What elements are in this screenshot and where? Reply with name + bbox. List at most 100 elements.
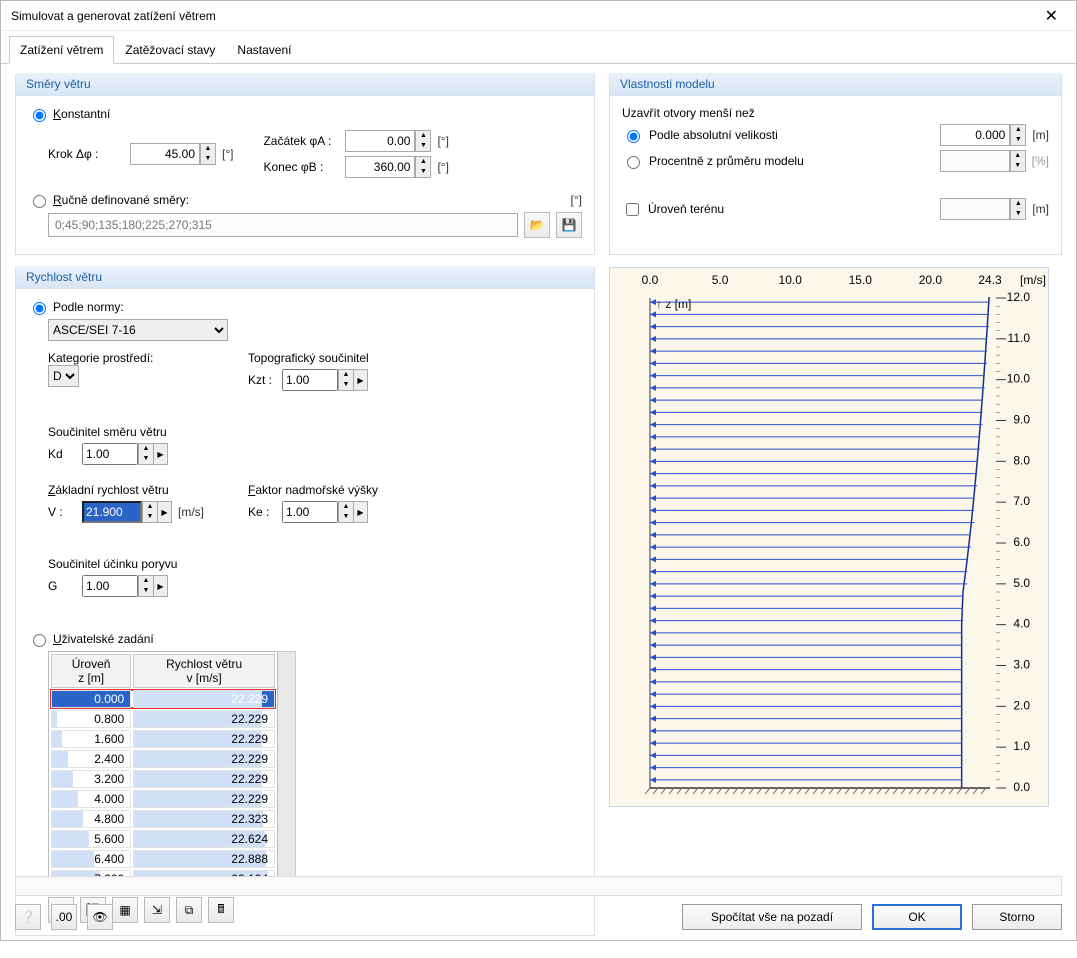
play-kd-icon[interactable]: ▶: [154, 443, 168, 465]
table-row[interactable]: 5.60022.624: [51, 830, 275, 848]
table-row[interactable]: 3.20022.229: [51, 770, 275, 788]
svg-text:0.0: 0.0: [1013, 780, 1030, 794]
svg-text:15.0: 15.0: [849, 273, 873, 287]
label-ke: Faktor nadmořské výšky: [248, 483, 418, 497]
play-ke-icon[interactable]: ▶: [354, 501, 368, 523]
input-kd[interactable]: [82, 443, 138, 465]
label-absolutni: Podle absolutní velikosti: [649, 128, 934, 142]
input-rucne-smery[interactable]: [48, 213, 518, 237]
table-row[interactable]: 0.00022.229: [51, 690, 275, 708]
cancel-button[interactable]: Storno: [972, 904, 1062, 930]
spin-g[interactable]: ▲▼: [138, 575, 154, 597]
radio-konstantni[interactable]: [33, 109, 46, 122]
svg-text:0.0: 0.0: [642, 273, 659, 287]
table-row[interactable]: 4.00022.229: [51, 790, 275, 808]
col-v: Rychlost větruv [m/s]: [133, 654, 275, 688]
title-bar: Simulovat a generovat zatížení větrem ✕: [1, 1, 1076, 31]
svg-text:↑ z [m]: ↑ z [m]: [656, 297, 691, 311]
compute-button[interactable]: Spočítat vše na pozadí: [682, 904, 862, 930]
radio-rucne[interactable]: [33, 195, 46, 208]
table-profile[interactable]: Úroveňz [m] Rychlost větruv [m/s] 0.0002…: [48, 651, 278, 891]
radio-norma[interactable]: [33, 302, 46, 315]
tab-zatizeni[interactable]: Zatížení větrem: [9, 36, 114, 64]
unit-pct: [%]: [1032, 154, 1049, 168]
spin-zacatek[interactable]: ▲▼: [415, 130, 431, 152]
unit-deg3: [°]: [437, 160, 448, 174]
radio-absolutni[interactable]: [627, 130, 640, 143]
input-zacatek[interactable]: [345, 130, 415, 152]
label-zrv: Základní rychlost větru: [48, 483, 218, 497]
table-row[interactable]: 6.40022.888: [51, 850, 275, 868]
tab-nastaveni[interactable]: Nastavení: [226, 36, 302, 64]
svg-text:2.0: 2.0: [1013, 698, 1030, 712]
label-uzivatelske: Uživatelské zadání: [53, 632, 154, 646]
svg-text:10.0: 10.0: [1007, 372, 1031, 386]
spin-absolutni[interactable]: ▲▼: [1010, 124, 1026, 146]
table-scrollbar[interactable]: [278, 651, 296, 891]
input-krok[interactable]: [130, 143, 200, 165]
ok-button[interactable]: OK: [872, 904, 962, 930]
label-zacatek: Začátek φA :: [263, 134, 339, 148]
sym-ke: Ke :: [248, 505, 276, 519]
input-konec[interactable]: [345, 156, 415, 178]
svg-text:5.0: 5.0: [712, 273, 729, 287]
open-icon[interactable]: 📂: [524, 212, 550, 238]
spin-kd[interactable]: ▲▼: [138, 443, 154, 465]
input-v[interactable]: [82, 501, 142, 523]
input-g[interactable]: [82, 575, 138, 597]
col-z: Úroveňz [m]: [51, 654, 131, 688]
svg-text:4.0: 4.0: [1013, 617, 1030, 631]
group-title-vlast: Vlastnosti modelu: [610, 73, 1061, 96]
svg-text:3.0: 3.0: [1013, 658, 1030, 672]
save-icon[interactable]: 💾: [556, 212, 582, 238]
spin-konec[interactable]: ▲▼: [415, 156, 431, 178]
select-kategorie[interactable]: D: [48, 365, 79, 387]
input-kzt[interactable]: [282, 369, 338, 391]
svg-text:9.0: 9.0: [1013, 413, 1030, 427]
table-row[interactable]: 0.80022.229: [51, 710, 275, 728]
svg-text:24.3: 24.3: [978, 273, 1002, 287]
group-smery-vetru: Směry větru Konstantní Krok Δφ : ▲▼ [°]: [15, 74, 595, 255]
svg-text:11.0: 11.0: [1008, 331, 1031, 345]
table-row[interactable]: 1.60022.229: [51, 730, 275, 748]
svg-text:20.0: 20.0: [919, 273, 943, 287]
play-g-icon[interactable]: ▶: [154, 575, 168, 597]
sym-kzt: Kzt :: [248, 373, 276, 387]
tab-bar: Zatížení větrem Zatěžovací stavy Nastave…: [1, 35, 1076, 64]
units-icon[interactable]: .00: [51, 904, 77, 930]
label-g: Součinitel účinku poryvu: [48, 557, 218, 571]
label-konstantni: Konstantní: [53, 107, 110, 121]
unit-m: [m]: [1032, 128, 1049, 142]
chart-panel: 0.05.010.015.020.024.3[m/s]0.01.02.03.04…: [609, 267, 1049, 948]
group-title: Směry větru: [16, 73, 594, 96]
label-kd: Součinitel směru větru: [48, 425, 218, 439]
select-norma[interactable]: ASCE/SEI 7-16: [48, 319, 228, 341]
svg-text:5.0: 5.0: [1013, 576, 1030, 590]
label-norma: Podle normy:: [53, 300, 124, 314]
radio-procentne[interactable]: [627, 156, 640, 169]
group-title-rychlost: Rychlost větru: [16, 266, 594, 289]
table-row[interactable]: 2.40022.229: [51, 750, 275, 768]
close-icon[interactable]: ✕: [1037, 6, 1066, 26]
label-kategorie: Kategorie prostředí:: [48, 351, 218, 365]
input-absolutni[interactable]: [940, 124, 1010, 146]
play-kzt-icon[interactable]: ▶: [354, 369, 368, 391]
spin-kzt[interactable]: ▲▼: [338, 369, 354, 391]
spin-v[interactable]: ▲▼: [142, 501, 158, 523]
unit-deg: [°]: [222, 147, 233, 161]
group-rychlost: Rychlost větru Podle normy: ASCE/SEI 7-1…: [15, 267, 595, 936]
tab-stavy[interactable]: Zatěžovací stavy: [114, 36, 226, 64]
spin-ke[interactable]: ▲▼: [338, 501, 354, 523]
spin-krok[interactable]: ▲▼: [200, 143, 216, 165]
table-row[interactable]: 4.80022.323: [51, 810, 275, 828]
input-ke[interactable]: [282, 501, 338, 523]
label-uroven-terenu: Úroveň terénu: [648, 202, 934, 216]
unit-deg4: [°]: [571, 193, 582, 207]
svg-text:[m/s]: [m/s]: [1020, 273, 1046, 287]
play-v-icon[interactable]: ▶: [158, 501, 172, 523]
view-icon[interactable]: 👁: [87, 904, 113, 930]
radio-uzivatelske[interactable]: [33, 634, 46, 647]
help-icon[interactable]: ❔: [15, 904, 41, 930]
check-uroven-terenu[interactable]: [626, 203, 639, 216]
svg-text:8.0: 8.0: [1013, 453, 1030, 467]
